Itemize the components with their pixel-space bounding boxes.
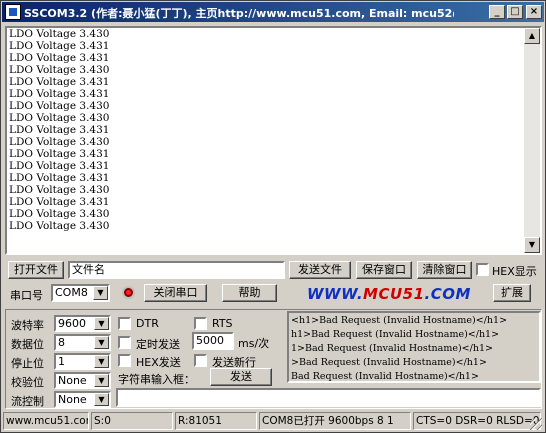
- interval-input[interactable]: 5000: [192, 332, 234, 350]
- stopbits-select[interactable]: 1 ▼: [54, 353, 111, 370]
- minimize-button[interactable]: _: [489, 5, 505, 19]
- output-line: LDO Voltage 3.430: [9, 112, 110, 124]
- history-line: Bad Request (Invalid Hostname)</h1>: [291, 371, 479, 382]
- serial-params: 波特率 9600 ▼ 数据位 8 ▼ 停止位 1 ▼ 校验位 None ▼ 流控制 No…: [8, 311, 114, 408]
- clear-window-button[interactable]: 清除窗口: [417, 261, 472, 279]
- send-file-button[interactable]: 发送文件: [289, 261, 351, 279]
- hex-display-label: HEX显示: [492, 265, 537, 278]
- scroll-up-icon[interactable]: ▲: [524, 28, 540, 44]
- output-line: LDO Voltage 3.431: [9, 196, 110, 208]
- output-lines: LDO Voltage 3.430 LDO Voltage 3.431 LDO Vo…: [9, 28, 109, 232]
- status-site: www.mcu51.com: [3, 412, 89, 430]
- rts-checkbox[interactable]: [194, 317, 207, 330]
- stopbits-row: 停止位 1 ▼: [8, 352, 114, 370]
- chevron-down-icon[interactable]: ▼: [94, 336, 109, 349]
- port-select[interactable]: COM8 ▼: [51, 284, 110, 302]
- status-bar: www.mcu51.com S:0 R:81051 COM8已打开 9600bp…: [3, 411, 543, 431]
- history-line: 1>Bad Request (Invalid Hostname)</h1>: [291, 343, 493, 354]
- baud-row: 波特率 9600 ▼: [8, 314, 114, 332]
- databits-label: 数据位: [11, 338, 44, 351]
- status-signals: CTS=0 DSR=0 RLSD=0: [413, 412, 541, 430]
- flow-row: 流控制 None ▼: [8, 390, 114, 408]
- output-line: LDO Voltage 3.431: [9, 88, 110, 100]
- app-icon: [5, 4, 21, 20]
- chevron-down-icon[interactable]: ▼: [94, 374, 109, 387]
- status-port: COM8已打开 9600bps 8 1: [259, 412, 411, 430]
- history-line: >Bad Request (Invalid Hostname)</h1>: [291, 357, 487, 368]
- hex-display-checkbox[interactable]: [476, 263, 489, 276]
- receive-output[interactable]: LDO Voltage 3.430 LDO Voltage 3.431 LDO Vo…: [5, 26, 542, 255]
- hex-send-label: HEX发送: [136, 356, 181, 369]
- output-line: LDO Voltage 3.431: [9, 40, 110, 52]
- port-value: COM8: [55, 286, 88, 299]
- parity-label: 校验位: [11, 376, 44, 389]
- output-line: LDO Voltage 3.430: [9, 208, 110, 220]
- send-history[interactable]: <h1>Bad Request (Invalid Hostname)</h1> h…: [287, 311, 541, 383]
- chevron-down-icon[interactable]: ▼: [94, 355, 109, 368]
- output-line: LDO Voltage 3.431: [9, 76, 110, 88]
- output-line: LDO Voltage 3.430: [9, 220, 110, 232]
- output-line: LDO Voltage 3.431: [9, 124, 110, 136]
- stopbits-label: 停止位: [11, 357, 44, 370]
- status-received: R:81051: [175, 412, 257, 430]
- window-title: SSCOM3.2 (作者:聂小猛(丁丁), 主页http://www.mcu51…: [24, 7, 454, 20]
- output-line: LDO Voltage 3.431: [9, 148, 110, 160]
- output-line: LDO Voltage 3.430: [9, 28, 110, 40]
- dtr-label: DTR: [136, 317, 159, 330]
- flow-select[interactable]: None ▼: [54, 391, 111, 408]
- hex-send-checkbox[interactable]: [118, 354, 131, 367]
- output-line: LDO Voltage 3.431: [9, 160, 110, 172]
- dtr-checkbox[interactable]: [118, 317, 131, 330]
- maximize-button[interactable]: □: [507, 5, 523, 19]
- interval-unit: ms/次: [238, 337, 270, 350]
- send-button[interactable]: 发送: [210, 368, 272, 386]
- title-bar[interactable]: SSCOM3.2 (作者:聂小猛(丁丁), 主页http://www.mcu51…: [2, 2, 544, 22]
- resize-grip-icon[interactable]: [530, 418, 542, 430]
- chevron-down-icon[interactable]: ▼: [93, 286, 108, 300]
- newline-checkbox[interactable]: [194, 354, 207, 367]
- open-file-button[interactable]: 打开文件: [8, 261, 64, 279]
- output-line: LDO Voltage 3.431: [9, 172, 110, 184]
- expand-button[interactable]: 扩展: [493, 284, 531, 302]
- databits-row: 数据位 8 ▼: [8, 333, 114, 351]
- parity-row: 校验位 None ▼: [8, 371, 114, 389]
- help-button[interactable]: 帮助: [222, 284, 277, 302]
- timed-send-checkbox[interactable]: [118, 336, 131, 349]
- filename-field[interactable]: 文件名: [68, 261, 285, 279]
- status-sent: S:0: [91, 412, 173, 430]
- chevron-down-icon[interactable]: ▼: [94, 393, 109, 406]
- close-button[interactable]: ×: [526, 5, 542, 19]
- scroll-down-icon[interactable]: ▼: [524, 237, 540, 253]
- timed-send-label: 定时发送: [136, 338, 180, 351]
- output-line: LDO Voltage 3.430: [9, 136, 110, 148]
- rts-label: RTS: [212, 317, 233, 330]
- mcu51-logo[interactable]: WWW.MCU51.COM: [307, 285, 471, 303]
- history-line: h1>Bad Request (Invalid Hostname)</h1>: [291, 329, 500, 340]
- close-port-button[interactable]: 关闭串口: [144, 284, 207, 302]
- output-line: LDO Voltage 3.431: [9, 52, 110, 64]
- save-window-button[interactable]: 保存窗口: [356, 261, 412, 279]
- string-input[interactable]: [116, 388, 541, 407]
- chevron-down-icon[interactable]: ▼: [94, 317, 109, 330]
- flow-label: 流控制: [11, 395, 44, 408]
- output-line: LDO Voltage 3.430: [9, 64, 110, 76]
- output-line: LDO Voltage 3.430: [9, 100, 110, 112]
- port-status-icon: [122, 286, 135, 299]
- app-window: SSCOM3.2 (作者:聂小猛(丁丁), 主页http://www.mcu51…: [0, 0, 546, 433]
- databits-select[interactable]: 8 ▼: [54, 334, 111, 351]
- settings-panel: 波特率 9600 ▼ 数据位 8 ▼ 停止位 1 ▼ 校验位 None ▼ 流控制 No…: [5, 309, 542, 409]
- port-label: 串口号: [10, 289, 43, 302]
- history-line: <h1>Bad Request (Invalid Hostname)</h1>: [291, 315, 508, 326]
- parity-select[interactable]: None ▼: [54, 372, 111, 389]
- vertical-scrollbar[interactable]: ▲ ▼: [524, 28, 540, 253]
- output-line: LDO Voltage 3.430: [9, 184, 110, 196]
- baud-label: 波特率: [11, 319, 44, 332]
- baud-select[interactable]: 9600 ▼: [54, 315, 111, 332]
- input-label: 字符串输入框：: [118, 373, 195, 386]
